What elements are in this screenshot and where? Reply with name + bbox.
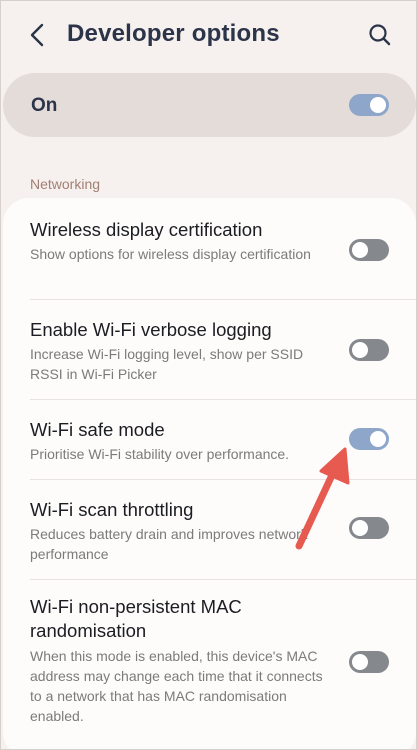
setting-wireless-display-certification[interactable]: Wireless display certification Show opti…: [3, 198, 416, 298]
master-toggle[interactable]: [349, 94, 389, 116]
setting-description: Show options for wireless display certif…: [30, 246, 311, 262]
toggle-knob: [352, 342, 368, 358]
setting-title: Enable Wi-Fi verbose logging: [30, 319, 272, 340]
toggle-knob: [352, 654, 368, 670]
setting-wifi-verbose-logging[interactable]: Enable Wi-Fi verbose logging Increase Wi…: [3, 300, 416, 400]
toggle-knob: [370, 431, 386, 447]
setting-title: Wi-Fi safe mode: [30, 419, 165, 440]
section-header-networking: Networking: [30, 176, 101, 192]
toggle-knob: [352, 242, 368, 258]
toggle-knob: [370, 97, 386, 113]
master-switch-label: On: [31, 95, 58, 116]
wifi-verbose-logging-toggle[interactable]: [349, 339, 389, 361]
setting-title: Wireless display certification: [30, 219, 263, 240]
setting-description: Increase Wi-Fi logging level, show per S…: [30, 346, 304, 382]
developer-options-master-switch[interactable]: On: [3, 73, 416, 137]
back-button[interactable]: [23, 19, 53, 51]
app-bar: Developer options: [1, 1, 416, 71]
wifi-non-persistent-mac-randomisation-toggle[interactable]: [349, 651, 389, 673]
red-arrow-icon: [295, 447, 350, 550]
setting-wifi-non-persistent-mac-randomisation[interactable]: Wi-Fi non-persistent MAC randomisation W…: [3, 580, 416, 740]
chevron-left-icon: [30, 23, 44, 47]
page-title: Developer options: [67, 20, 280, 47]
search-icon: [369, 24, 391, 46]
screen: Developer options On Networking Wireless…: [0, 0, 417, 750]
wireless-display-certification-toggle[interactable]: [349, 239, 389, 261]
setting-title: Wi-Fi non-persistent MAC randomisation: [30, 596, 242, 641]
setting-title: Wi-Fi scan throttling: [30, 499, 194, 520]
search-button[interactable]: [365, 19, 395, 51]
setting-description: When this mode is enabled, this device's…: [30, 648, 323, 724]
